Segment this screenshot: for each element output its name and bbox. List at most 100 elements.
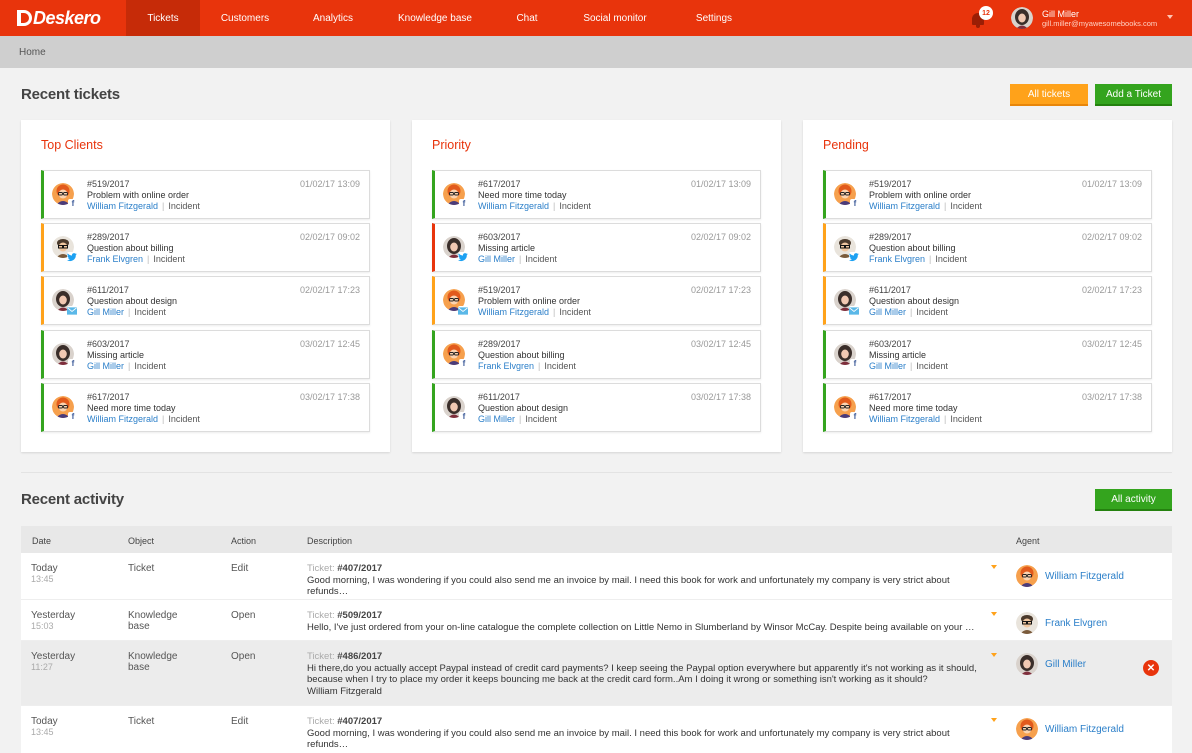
ticket-item[interactable]: #519/2017 Problem with online order Will… (432, 276, 761, 325)
ticket-type: Incident (935, 254, 967, 264)
customer-link[interactable]: Frank Elvgren (87, 254, 143, 264)
customer-link[interactable]: William Fitzgerald (87, 414, 158, 424)
ticket-item[interactable]: #289/2017 Question about billing Frank E… (823, 223, 1152, 272)
expand-chevron-icon[interactable] (991, 718, 997, 722)
header-object[interactable]: Object (128, 536, 154, 546)
separator: | (128, 361, 131, 371)
customer-link[interactable]: Frank Elvgren (478, 361, 534, 371)
recent-tickets-title: Recent tickets (21, 86, 120, 103)
customer-link[interactable]: Gill Miller (87, 307, 124, 317)
row-agent[interactable]: William Fitzgerald (1016, 718, 1124, 740)
ticket-item[interactable]: f #603/2017 Missing article Gill Miller |… (41, 330, 370, 379)
ticket-number: #289/2017 (87, 232, 130, 242)
close-icon[interactable]: ✕ (1143, 660, 1159, 676)
expand-chevron-icon[interactable] (991, 653, 997, 657)
agent-name[interactable]: William Fitzgerald (1045, 571, 1124, 582)
row-time: 15:03 (31, 621, 54, 631)
row-agent[interactable]: Frank Elvgren (1016, 612, 1107, 634)
ticket-item[interactable]: #611/2017 Question about design Gill Mil… (41, 276, 370, 325)
breadcrumb-home[interactable]: Home (19, 47, 46, 58)
nav-settings[interactable]: Settings (670, 0, 758, 36)
ticket-item[interactable]: f #289/2017 Question about billing Frank… (432, 330, 761, 379)
add-ticket-button[interactable]: Add a Ticket (1095, 84, 1172, 106)
ticket-type: Incident (916, 307, 948, 317)
row-date: Yesterday 15:03 (31, 610, 76, 631)
expand-chevron-icon[interactable] (991, 565, 997, 569)
ticket-item[interactable]: f #617/2017 Need more time today William… (823, 383, 1152, 432)
ticket-number: #611/2017 (478, 392, 520, 402)
agent-name[interactable]: Frank Elvgren (1045, 618, 1107, 629)
all-tickets-button[interactable]: All tickets (1010, 84, 1088, 106)
row-description: Ticket: #407/2017 Good morning, I was won… (307, 716, 987, 751)
nav-customers[interactable]: Customers (200, 0, 290, 36)
ticket-item[interactable]: f #617/2017 Need more time today William… (41, 383, 370, 432)
customer-link[interactable]: Frank Elvgren (869, 254, 925, 264)
row-agent[interactable]: William Fitzgerald (1016, 565, 1124, 587)
ticket-item[interactable]: f #519/2017 Problem with online order Wi… (823, 170, 1152, 219)
header-action[interactable]: Action (231, 536, 256, 546)
agent-avatar (1016, 612, 1038, 634)
ticket-ref[interactable]: Ticket: #407/2017 (307, 563, 382, 574)
ticket-item[interactable]: #289/2017 Question about billing Frank E… (41, 223, 370, 272)
separator: | (910, 361, 913, 371)
customer-avatar: f (443, 396, 469, 422)
ticket-date: 01/02/17 13:09 (1081, 179, 1142, 189)
deskero-logo[interactable]: Deskero (0, 0, 126, 36)
customer-link[interactable]: William Fitzgerald (869, 414, 940, 424)
ticket-item[interactable]: #611/2017 Question about design Gill Mil… (823, 276, 1152, 325)
user-menu[interactable]: Gill Miller gill.miller@myawesomebooks.c… (1011, 7, 1173, 29)
ticket-item[interactable]: f #611/2017 Question about design Gill M… (432, 383, 761, 432)
customer-link[interactable]: Gill Miller (869, 361, 906, 371)
header-date[interactable]: Date (32, 536, 51, 546)
ticket-date: 02/02/17 17:23 (690, 285, 751, 295)
description-signature: William Fitzgerald (307, 685, 382, 697)
ticket-ref[interactable]: Ticket: #509/2017 (307, 610, 382, 621)
bell-icon[interactable]: 12 (970, 6, 993, 29)
table-row[interactable]: Yesterday 15:03 Knowledge base Open Ticket… (21, 600, 1172, 641)
expand-chevron-icon[interactable] (991, 612, 997, 616)
customer-avatar (52, 236, 77, 262)
ticket-subject: Need more time today (87, 403, 176, 413)
table-header: Date Object Action Description Agent (21, 526, 1172, 553)
customer-link[interactable]: William Fitzgerald (478, 307, 549, 317)
ticket-date: 02/02/17 17:23 (299, 285, 360, 295)
separator: | (944, 201, 947, 211)
table-row[interactable]: Yesterday 11:27 Knowledge base Open Ticket… (21, 641, 1172, 706)
agent-name[interactable]: Gill Miller (1045, 659, 1086, 670)
ticket-item[interactable]: f #617/2017 Need more time today William… (432, 170, 761, 219)
header-agent[interactable]: Agent (1016, 536, 1040, 546)
ticket-type: Incident (950, 414, 982, 424)
nav-tickets[interactable]: Tickets (126, 0, 200, 36)
customer-link[interactable]: Gill Miller (87, 361, 124, 371)
nav-analytics[interactable]: Analytics (290, 0, 376, 36)
ticket-ref[interactable]: Ticket: #407/2017 (307, 716, 382, 727)
nav-chat[interactable]: Chat (494, 0, 560, 36)
ticket-meta: William Fitzgerald | Incident (87, 201, 200, 211)
row-agent[interactable]: Gill Miller (1016, 653, 1086, 675)
all-activity-button[interactable]: All activity (1095, 489, 1172, 511)
customer-link[interactable]: Gill Miller (869, 307, 906, 317)
ticket-subject: Question about design (478, 403, 569, 413)
customer-link[interactable]: William Fitzgerald (87, 201, 158, 211)
ticket-number: #603/2017 (87, 339, 130, 349)
customer-link[interactable]: William Fitzgerald (478, 201, 549, 211)
agent-name[interactable]: William Fitzgerald (1045, 724, 1124, 735)
table-row[interactable]: Today 13:45 Ticket Edit Ticket: #407/2017… (21, 553, 1172, 600)
nav-social-monitor[interactable]: Social monitor (560, 0, 670, 36)
ticket-subject: Need more time today (869, 403, 958, 413)
nav-knowledge-base[interactable]: Knowledge base (376, 0, 494, 36)
ticket-item[interactable]: f #519/2017 Problem with online order Wi… (41, 170, 370, 219)
separator: | (519, 254, 522, 264)
customer-link[interactable]: Gill Miller (478, 254, 515, 264)
card-title: Pending (823, 138, 869, 152)
customer-link[interactable]: Gill Miller (478, 414, 515, 424)
customer-link[interactable]: William Fitzgerald (869, 201, 940, 211)
chevron-down-icon[interactable] (1167, 15, 1173, 19)
separator: | (128, 307, 131, 317)
table-row[interactable]: Today 13:45 Ticket Edit Ticket: #407/2017… (21, 706, 1172, 753)
header-description[interactable]: Description (307, 536, 352, 546)
ticket-ref[interactable]: Ticket: #486/2017 (307, 651, 382, 662)
ticket-type: Incident (559, 201, 591, 211)
ticket-item[interactable]: f #603/2017 Missing article Gill Miller |… (823, 330, 1152, 379)
ticket-item[interactable]: #603/2017 Missing article Gill Miller | In… (432, 223, 761, 272)
